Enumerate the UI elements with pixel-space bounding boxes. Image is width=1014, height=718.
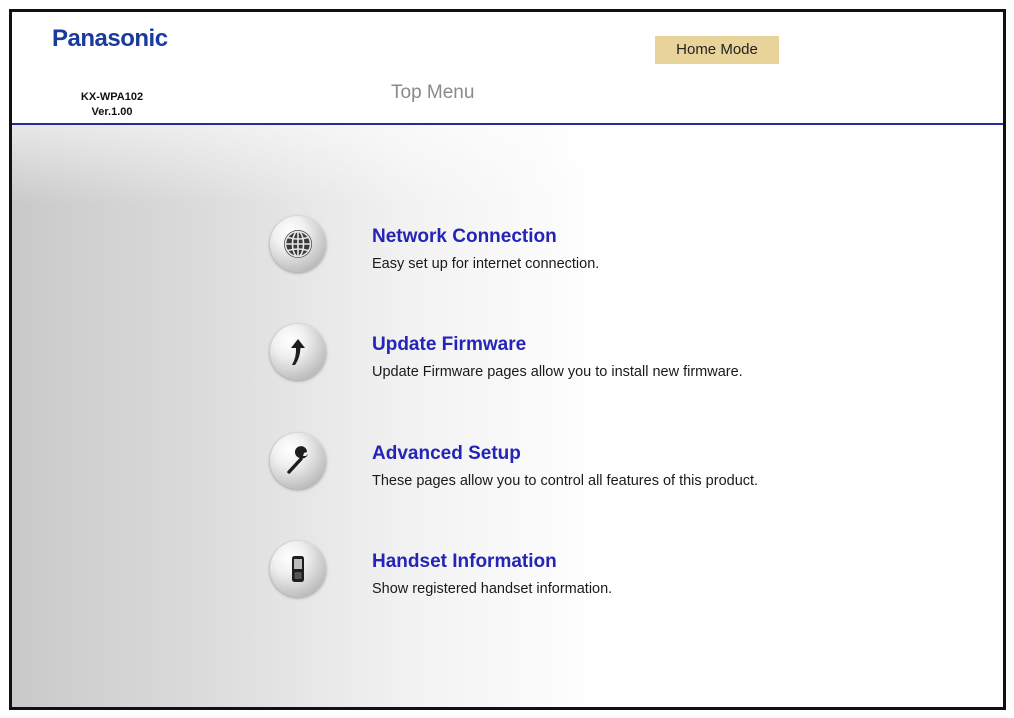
home-mode-badge[interactable]: Home Mode	[655, 36, 779, 64]
wrench-icon[interactable]	[270, 433, 326, 489]
model-number: KX-WPA102	[80, 91, 144, 103]
page-frame: Panasonic KX-WPA102 Ver.1.00 Home Mode T…	[9, 9, 1006, 710]
update-firmware-description: Update Firmware pages allow you to insta…	[372, 364, 743, 380]
brand-logo: Panasonic	[52, 25, 168, 52]
menu-item-network-connection[interactable]: Network Connection Easy set up for inter…	[270, 216, 890, 280]
menu-item-update-firmware[interactable]: Update Firmware Update Firmware pages al…	[270, 324, 890, 388]
update-firmware-link[interactable]: Update Firmware	[372, 334, 526, 356]
network-connection-link[interactable]: Network Connection	[372, 226, 557, 248]
advanced-setup-description: These pages allow you to control all fea…	[372, 473, 759, 489]
header: Panasonic KX-WPA102 Ver.1.00 Home Mode T…	[12, 12, 1003, 124]
handset-information-link[interactable]: Handset Information	[372, 551, 557, 573]
content-sheen	[12, 125, 1003, 205]
firmware-version: Ver.1.00	[91, 106, 133, 118]
handset-icon[interactable]	[270, 541, 326, 597]
handset-information-description: Show registered handset information.	[372, 581, 613, 597]
up-arrow-icon[interactable]	[270, 324, 326, 380]
advanced-setup-link[interactable]: Advanced Setup	[372, 443, 521, 465]
globe-icon[interactable]	[270, 216, 326, 272]
model-info: KX-WPA102 Ver.1.00	[57, 90, 167, 120]
network-connection-description: Easy set up for internet connection.	[372, 256, 600, 272]
page-title: Top Menu	[391, 82, 475, 103]
menu-item-advanced-setup[interactable]: Advanced Setup These pages allow you to …	[270, 433, 890, 497]
menu-item-handset-information[interactable]: Handset Information Show registered hand…	[270, 541, 890, 605]
main-content: Network Connection Easy set up for inter…	[12, 125, 1003, 707]
